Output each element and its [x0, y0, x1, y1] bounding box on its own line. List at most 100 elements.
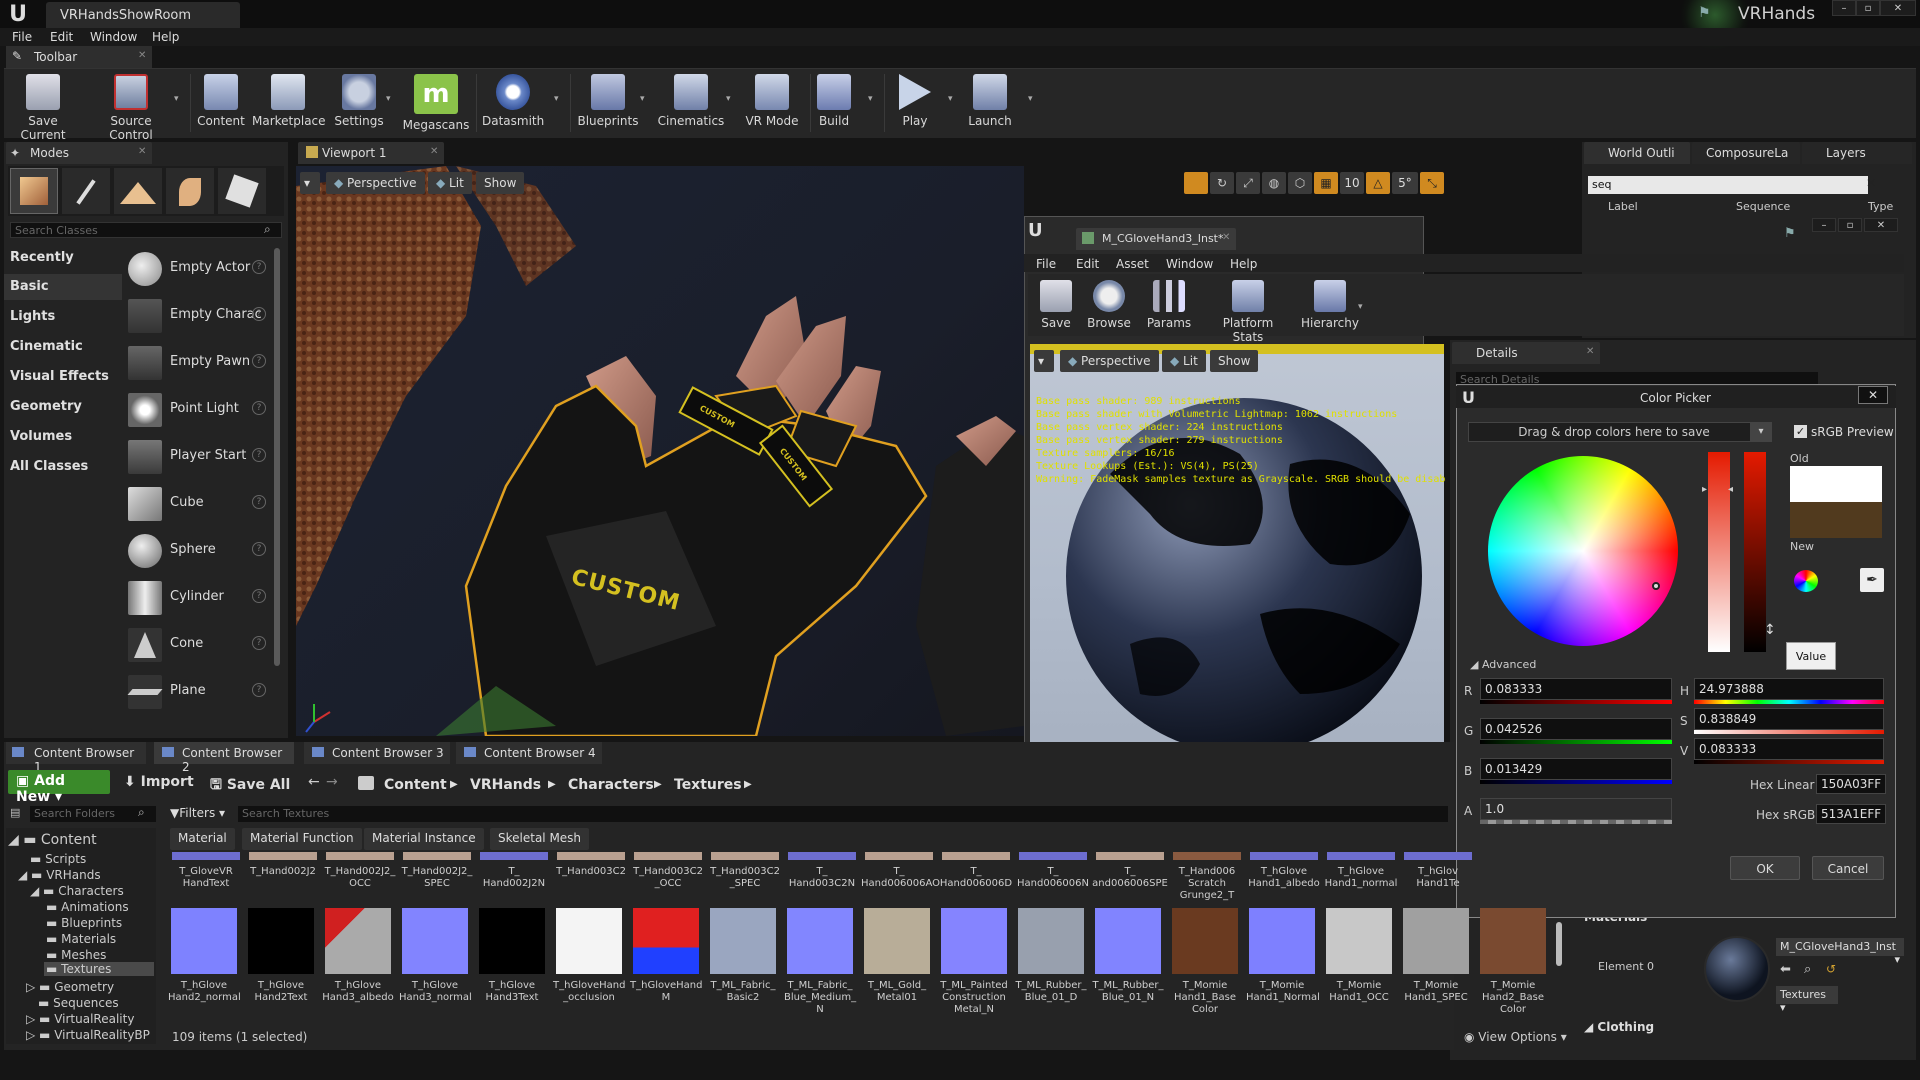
breadcrumb-characters[interactable]: Characters	[568, 774, 654, 796]
mat-platform-stats-button[interactable]: Platform Stats	[1206, 278, 1290, 344]
viewport-tab[interactable]: Viewport 1	[298, 142, 444, 164]
close-icon[interactable]: ✕	[1880, 0, 1916, 16]
mat-maximize-icon[interactable]: ▫	[1838, 218, 1862, 232]
mat-close-icon[interactable]: ✕	[1864, 218, 1898, 232]
a-field[interactable]: 1.0	[1480, 798, 1672, 820]
folder-characters[interactable]: ◢ ▬ Characters	[30, 884, 124, 898]
menu-window[interactable]: Window	[90, 28, 137, 46]
play-dropdown-icon[interactable]: ▾	[948, 94, 958, 104]
v-field[interactable]: 0.083333	[1694, 738, 1884, 760]
translate-tool-icon[interactable]	[1184, 172, 1208, 194]
geometry-edit-mode-icon[interactable]	[218, 168, 266, 214]
modes-tab[interactable]: Modes	[6, 142, 152, 164]
place-item-empty-actor[interactable]: Empty Actor?	[128, 248, 278, 288]
help-icon[interactable]: ?	[252, 307, 266, 321]
filter-chip-material-function[interactable]: Material Function	[242, 828, 362, 850]
angle-snap-value[interactable]: 5°	[1392, 172, 1418, 194]
datasmith-button[interactable]: Datasmith	[482, 72, 544, 134]
help-icon[interactable]: ?	[252, 354, 266, 368]
g-field[interactable]: 0.042526	[1480, 718, 1672, 740]
add-new-button[interactable]: ▣ Add New ▾	[8, 770, 110, 805]
asset-tile[interactable]: T_Hand002J2_ OCC	[322, 852, 398, 890]
category-recently-placed[interactable]: Recently Placed	[10, 245, 122, 291]
breadcrumb-more[interactable]: ▶	[744, 774, 752, 796]
filter-chip-material[interactable]: Material	[170, 828, 235, 850]
place-item-plane[interactable]: Plane?	[127, 671, 278, 711]
details-tab[interactable]: Details	[1452, 342, 1600, 364]
folder-materials[interactable]: ▬ Materials	[46, 932, 116, 946]
hex-linear-field[interactable]: 150A03FF	[1816, 774, 1886, 794]
help-icon[interactable]: ?	[252, 683, 266, 697]
filter-chip-skeletal-mesh[interactable]: Skeletal Mesh	[490, 828, 590, 850]
scale-snap-icon[interactable]: ⤡	[1420, 172, 1444, 194]
asset-tile[interactable]: T_ Hand006006D	[938, 852, 1014, 890]
content-button[interactable]: Content	[196, 72, 246, 134]
hierarchy-dropdown-icon[interactable]: ▾	[1358, 302, 1368, 312]
search-textures-input[interactable]: Search Textures	[238, 806, 1448, 822]
place-item-sphere[interactable]: Sphere?	[128, 530, 278, 570]
lit-button[interactable]: ◆ Lit	[428, 172, 472, 194]
column-sequence[interactable]: Sequence	[1736, 200, 1790, 213]
world-space-icon[interactable]: ◍	[1262, 172, 1286, 194]
mat-browse-button[interactable]: Browse	[1084, 278, 1134, 340]
reset-arrow-icon[interactable]: ↺	[1826, 962, 1836, 976]
content-browser-tab-1[interactable]: Content Browser 1	[6, 742, 146, 774]
asset-tile[interactable]: T_ Hand003C2N	[784, 852, 860, 890]
asset-tile[interactable]: T_Momie Hand1_Base Color	[1169, 908, 1241, 1016]
asset-tile[interactable]: T_Momie Hand1_Normal	[1246, 908, 1320, 1004]
value-handle[interactable]: ◂	[1728, 484, 1733, 495]
asset-tile[interactable]: T_Hand003C2	[553, 852, 629, 878]
folder-animations[interactable]: ▬ Animations	[46, 900, 129, 914]
help-icon[interactable]: ?	[252, 495, 266, 509]
angle-snap-icon[interactable]: △	[1366, 172, 1390, 194]
minimize-icon[interactable]: –	[1832, 0, 1856, 16]
search-classes-input[interactable]: Search Classes	[10, 222, 282, 238]
asset-tile[interactable]: T_hGlove Hand2_normal	[168, 908, 241, 1004]
mat-params-button[interactable]: Params	[1142, 278, 1196, 340]
import-button[interactable]: ⬇ Import	[124, 774, 194, 790]
mat-minimize-icon[interactable]: –	[1812, 218, 1836, 232]
new-color-swatch[interactable]	[1790, 502, 1882, 538]
asset-tile[interactable]: T_hGlove Hand3Text	[476, 908, 548, 1004]
color-wheel-selector[interactable]	[1652, 582, 1660, 590]
menu-help[interactable]: Help	[152, 28, 179, 46]
place-item-cone[interactable]: Cone?	[128, 624, 278, 664]
settings-button[interactable]: Settings	[332, 72, 386, 134]
mat-hierarchy-button[interactable]: Hierarchy	[1300, 278, 1360, 340]
help-icon[interactable]: ?	[252, 448, 266, 462]
saturation-handle[interactable]: ▸	[1702, 484, 1707, 495]
outliner-tab[interactable]: World Outli	[1584, 142, 1690, 164]
toolbar-tab[interactable]: Toolbar	[6, 46, 152, 68]
content-browser-tab-4[interactable]: Content Browser 4	[456, 742, 602, 764]
folder-virtualreality[interactable]: ▷ ▬ VirtualReality	[26, 1012, 134, 1026]
color-wheel[interactable]	[1488, 456, 1678, 646]
asset-tile[interactable]: T_ML_Painted Construction Metal_N	[938, 908, 1010, 1016]
asset-tile[interactable]: T_ML_Fabric_ Basic2	[707, 908, 779, 1004]
folder-sequences[interactable]: ▬ Sequences	[38, 996, 119, 1010]
surface-snap-icon[interactable]: ⬡	[1288, 172, 1312, 194]
folder-vrhands[interactable]: ◢ ▬ VRHands	[18, 868, 101, 882]
material-editor-tab[interactable]: M_CGloveHand3_Inst*	[1076, 228, 1236, 250]
composure-tab[interactable]: ComposureLa	[1692, 142, 1800, 164]
mat-menu-file[interactable]: File	[1036, 255, 1056, 273]
category-volumes[interactable]: Volumes	[10, 424, 122, 450]
cancel-button[interactable]: Cancel	[1812, 856, 1884, 880]
category-lights[interactable]: Lights	[10, 304, 122, 330]
foliage-mode-icon[interactable]	[166, 168, 214, 214]
folder-geometry[interactable]: ▷ ▬ Geometry	[26, 980, 114, 994]
cinematics-button[interactable]: Cinematics	[656, 72, 726, 134]
category-visual-effects[interactable]: Visual Effects	[10, 364, 122, 390]
color-wheel-mode-icon[interactable]	[1794, 570, 1818, 592]
mat-perspective-button[interactable]: ◆ Perspective	[1060, 350, 1159, 372]
asset-tile[interactable]: T_hGlove Hand3_normal	[399, 908, 472, 1004]
asset-tile[interactable]: T_ML_Rubber_ Blue_01_D	[1015, 908, 1087, 1004]
breadcrumb-vrhands[interactable]: VRHands	[470, 774, 541, 796]
launch-button[interactable]: Launch	[962, 72, 1018, 134]
hex-srgb-field[interactable]: 513A1EFF	[1816, 804, 1886, 824]
marketplace-button[interactable]: Marketplace	[252, 72, 326, 134]
asset-tile[interactable]: T_ML_Rubber_ Blue_01_N	[1092, 908, 1164, 1004]
back-arrow-icon[interactable]: ←	[308, 774, 320, 790]
value-slider[interactable]	[1744, 452, 1766, 652]
eyedropper-icon[interactable]: ✒	[1860, 568, 1884, 592]
rotate-tool-icon[interactable]: ↻	[1210, 172, 1234, 194]
